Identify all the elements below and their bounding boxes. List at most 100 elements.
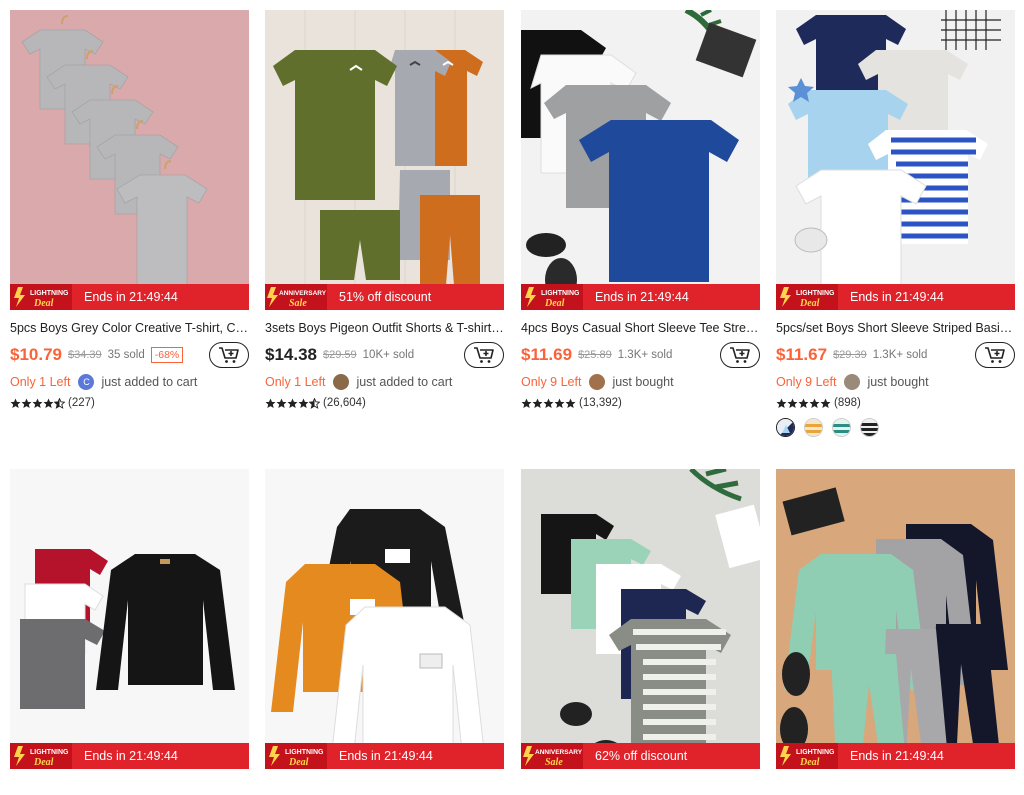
sale-price: $14.38 xyxy=(265,345,317,364)
anniversary-sale-badge: ANNIVERSARY Sale xyxy=(265,284,327,310)
product-image[interactable]: LIGHTNING Deal Ends in 21:49:44 xyxy=(521,10,760,310)
star-icon xyxy=(32,398,43,408)
stock-left: Only 9 Left xyxy=(776,375,837,389)
retail-price: $29.59 xyxy=(323,349,357,361)
svg-text:Deal: Deal xyxy=(544,298,565,309)
sale-price: $11.67 xyxy=(776,345,828,364)
star-icon xyxy=(265,398,276,408)
rating-count: (26,604) xyxy=(323,397,366,409)
product-image[interactable]: LIGHTNING Deal Ends in 21:49:44 xyxy=(10,10,249,310)
star-icon xyxy=(776,398,787,408)
sold-count: 1.3K+ sold xyxy=(872,349,928,361)
sale-price: $10.79 xyxy=(10,345,62,364)
star-icon xyxy=(798,398,809,408)
svg-text:Deal: Deal xyxy=(33,298,54,309)
svg-text:Sale: Sale xyxy=(289,298,307,309)
product-image[interactable]: LIGHTNING Deal Ends in 21:49:44 xyxy=(265,469,504,769)
stock-left: Only 1 Left xyxy=(10,375,71,389)
avatar xyxy=(589,374,606,390)
avatar xyxy=(844,374,861,390)
product-card[interactable]: LIGHTNING Deal Ends in 21:49:44 xyxy=(10,469,249,769)
product-card[interactable]: ANNIVERSARY Sale 62% off discount xyxy=(521,469,760,769)
promo-text: Ends in 21:49:44 xyxy=(850,290,944,304)
avatar xyxy=(333,374,350,390)
star-icon xyxy=(809,398,820,408)
lightning-icon xyxy=(14,746,25,766)
product-card[interactable]: LIGHTNING Deal Ends in 21:49:44 xyxy=(265,469,504,769)
promo-text: 51% off discount xyxy=(339,290,432,304)
star-rating xyxy=(265,397,320,409)
star-half-icon xyxy=(309,397,320,409)
product-image[interactable]: ANNIVERSARY Sale 62% off discount xyxy=(521,469,760,769)
price-row: $11.69 $25.89 1.3K+ sold xyxy=(521,342,760,368)
star-icon xyxy=(820,398,831,408)
lightning-icon xyxy=(780,746,791,766)
promo-text: Ends in 21:49:44 xyxy=(84,749,178,763)
add-to-cart-button[interactable] xyxy=(209,342,249,368)
sold-count: 10K+ sold xyxy=(362,349,415,361)
product-card[interactable]: ANNIVERSARY Sale 51% off discount 3sets … xyxy=(265,10,504,410)
sold-count: 1.3K+ sold xyxy=(617,349,673,361)
product-image[interactable]: LIGHTNING Deal Ends in 21:49:44 xyxy=(10,469,249,769)
star-icon xyxy=(565,398,576,408)
star-rating xyxy=(521,398,576,409)
product-title[interactable]: 3sets Boys Pigeon Outfit Shorts & T-shir… xyxy=(265,320,504,336)
lightning-icon xyxy=(267,287,278,307)
rating-count: (898) xyxy=(834,397,861,409)
star-icon xyxy=(276,398,287,408)
promo-bar: LIGHTNING Deal Ends in 21:49:44 xyxy=(10,743,249,769)
product-title[interactable]: 5pcs Boys Grey Color Creative T-shirt, C… xyxy=(10,320,249,336)
star-icon xyxy=(43,398,54,408)
product-image[interactable]: ANNIVERSARY Sale 51% off discount xyxy=(265,10,504,310)
rating-row: (227) xyxy=(10,396,249,410)
add-to-cart-icon xyxy=(985,347,1005,363)
discount-badge: -68% xyxy=(150,347,184,363)
svg-text:ANNIVERSARY: ANNIVERSARY xyxy=(279,290,327,297)
svg-text:ANNIVERSARY: ANNIVERSARY xyxy=(535,749,583,756)
product-image[interactable]: LIGHTNING Deal Ends in 21:49:44 xyxy=(776,10,1015,310)
color-swatches xyxy=(776,418,1015,437)
star-half-icon xyxy=(54,397,65,409)
color-swatch[interactable] xyxy=(860,418,879,437)
svg-text:Deal: Deal xyxy=(288,757,309,768)
product-title[interactable]: 5pcs/set Boys Short Sleeve Striped Basic… xyxy=(776,320,1015,336)
svg-text:Deal: Deal xyxy=(799,298,820,309)
add-to-cart-button[interactable] xyxy=(464,342,504,368)
product-card[interactable]: LIGHTNING Deal Ends in 21:49:44 5pcs Boy… xyxy=(10,10,249,410)
product-card[interactable]: LIGHTNING Deal Ends in 21:49:44 xyxy=(776,469,1015,769)
activity-text: just bought xyxy=(867,375,929,389)
star-icon xyxy=(787,398,798,408)
lightning-icon xyxy=(780,287,791,307)
lightning-deal-badge: LIGHTNING Deal xyxy=(265,743,327,769)
color-swatch[interactable] xyxy=(832,418,851,437)
star-icon xyxy=(543,398,554,408)
star-icon xyxy=(287,398,298,408)
star-rating xyxy=(10,397,65,409)
promo-bar: ANNIVERSARY Sale 62% off discount xyxy=(521,743,760,769)
retail-price: $25.89 xyxy=(578,349,612,361)
product-title[interactable]: 4pcs Boys Casual Short Sleeve Tee Stretc… xyxy=(521,320,760,336)
add-to-cart-button[interactable] xyxy=(975,342,1015,368)
lightning-icon xyxy=(269,746,280,766)
product-card[interactable]: LIGHTNING Deal Ends in 21:49:44 5pcs/set… xyxy=(776,10,1015,437)
add-to-cart-button[interactable] xyxy=(720,342,760,368)
rating-count: (13,392) xyxy=(579,397,622,409)
svg-text:LIGHTNING: LIGHTNING xyxy=(285,749,324,756)
svg-text:LIGHTNING: LIGHTNING xyxy=(796,290,835,297)
retail-price: $29.39 xyxy=(833,349,867,361)
svg-text:LIGHTNING: LIGHTNING xyxy=(796,749,835,756)
product-image[interactable]: LIGHTNING Deal Ends in 21:49:44 xyxy=(776,469,1015,769)
lightning-deal-badge: LIGHTNING Deal xyxy=(776,284,838,310)
stock-row: Only 9 Left just bought xyxy=(521,374,760,390)
color-swatch[interactable] xyxy=(804,418,823,437)
sold-count: 35 sold xyxy=(107,349,145,361)
product-card[interactable]: LIGHTNING Deal Ends in 21:49:44 4pcs Boy… xyxy=(521,10,760,410)
svg-text:LIGHTNING: LIGHTNING xyxy=(30,749,69,756)
promo-text: Ends in 21:49:44 xyxy=(339,749,433,763)
star-icon xyxy=(521,398,532,408)
activity-text: just added to cart xyxy=(101,375,198,389)
color-swatch[interactable] xyxy=(776,418,795,437)
stock-row: Only 1 Left C just added to cart xyxy=(10,374,249,390)
star-icon xyxy=(532,398,543,408)
rating-count: (227) xyxy=(68,397,95,409)
